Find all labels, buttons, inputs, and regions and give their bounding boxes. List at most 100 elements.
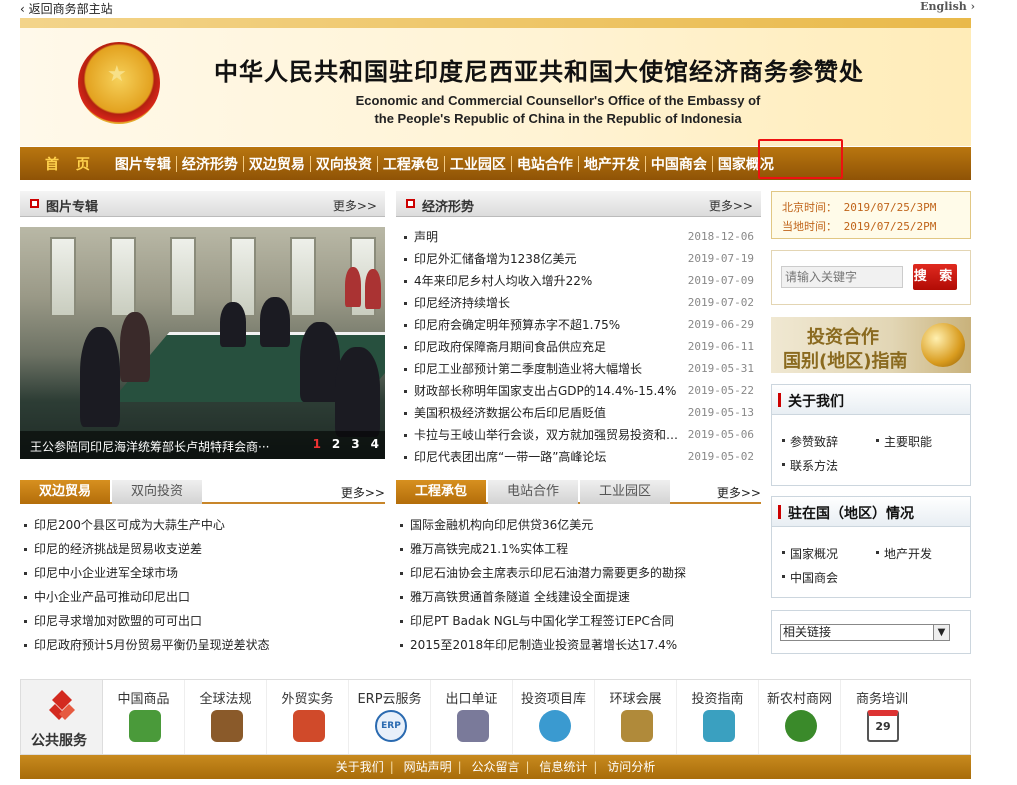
service-global-expo[interactable]: 环球会展	[595, 680, 677, 754]
service-china-goods[interactable]: 中国商品	[103, 680, 185, 754]
footer-divider: |	[593, 760, 598, 774]
service-export-docs[interactable]: 出口单证	[431, 680, 513, 754]
list-item[interactable]: 印尼石油协会主席表示印尼石油潜力需要更多的勘探	[400, 562, 760, 586]
bullet	[404, 280, 407, 283]
bullet	[404, 456, 407, 459]
list-item[interactable]: 印尼代表团出席“一带一路”高峰论坛 2019-05-02	[404, 446, 754, 468]
list-item[interactable]: 印尼工业部预计第二季度制造业将大幅增长 2019-05-31	[404, 358, 754, 380]
project-news-list: 国际金融机构向印尼供贷36亿美元 雅万高铁完成21.1%实体工程 印尼石油协会主…	[400, 514, 760, 658]
list-item[interactable]: 雅万高铁完成21.1%实体工程	[400, 538, 760, 562]
footer-divider: |	[525, 760, 530, 774]
list-item[interactable]: 卡拉与王岐山举行会谈，双方就加强贸易投资和… 2019-05-06	[404, 424, 754, 446]
nav-highlight-box	[758, 139, 843, 179]
panel-marker-icon	[778, 393, 781, 407]
footer-link-stats[interactable]: 信息统计	[539, 760, 587, 774]
trade-more-link[interactable]: 更多>>	[341, 484, 385, 501]
photo-more-link[interactable]: 更多>>	[333, 197, 377, 214]
nav-power-station[interactable]: 电站合作	[512, 154, 578, 174]
documents-icon	[457, 710, 489, 742]
list-item[interactable]: 4年来印尼乡村人均收入增升22% 2019-07-09	[404, 270, 754, 292]
container-ship-icon	[293, 710, 325, 742]
service-erp-cloud[interactable]: ERP云服务 ERP	[349, 680, 431, 754]
list-item[interactable]: 印尼政府保障斋月期间食品供应充足 2019-06-11	[404, 336, 754, 358]
nav-photo-album[interactable]: 图片专辑	[110, 154, 176, 174]
slide-page-4[interactable]: 4	[371, 437, 379, 451]
list-item[interactable]: 财政部长称明年国家支出占GDP的14.4%-15.4% 2019-05-22	[404, 380, 754, 402]
chevron-down-icon: ▼	[933, 624, 950, 641]
trade-news-list: 印尼200个县区可成为大蒜生产中心 印尼的经济挑战是贸易收支逆差 印尼中小企业进…	[24, 514, 379, 658]
service-trade-practice[interactable]: 外贸实务	[267, 680, 349, 754]
bullet	[404, 434, 407, 437]
photo-slideshow[interactable]: 王公参陪同印尼海洋统筹部长卢胡特拜会商··· 1 2 3 4	[20, 227, 385, 459]
list-item[interactable]: 印尼经济持续增长 2019-07-02	[404, 292, 754, 314]
list-item[interactable]: 印尼政府预计5月份贸易平衡仍呈现逆差状态	[24, 634, 379, 658]
nav-real-estate[interactable]: 地产开发	[579, 154, 645, 174]
country-link-profile[interactable]: 国家概况	[782, 545, 838, 562]
list-item[interactable]: 国际金融机构向印尼供贷36亿美元	[400, 514, 760, 538]
nav-economy[interactable]: 经济形势	[177, 154, 243, 174]
nav-chamber[interactable]: 中国商会	[646, 154, 712, 174]
nav-two-way-investment[interactable]: 双向投资	[311, 154, 377, 174]
list-item[interactable]: 声明 2018-12-06	[404, 226, 754, 248]
bullet	[404, 236, 407, 239]
bullet	[24, 596, 27, 599]
bullet	[404, 346, 407, 349]
list-item[interactable]: 印尼PT Badak NGL与中国化学工程签订EPC合同	[400, 610, 760, 634]
service-business-training[interactable]: 商务培训 29	[841, 680, 923, 754]
service-project-library[interactable]: 投资项目库	[513, 680, 595, 754]
list-item[interactable]: 2015至2018年印尼制造业投资显著增长达17.4%	[400, 634, 760, 658]
nav-engineering[interactable]: 工程承包	[378, 154, 444, 174]
slide-page-3[interactable]: 3	[351, 437, 359, 451]
slide-page-2[interactable]: 2	[332, 437, 340, 451]
country-link-real-estate[interactable]: 地产开发	[876, 545, 932, 562]
list-item[interactable]: 印尼寻求增加对欧盟的可可出口	[24, 610, 379, 634]
list-item[interactable]: 美国积极经济数据公布后印尼盾贬值 2019-05-13	[404, 402, 754, 424]
chevron-right-icon: ›	[966, 0, 975, 13]
photo-window	[290, 237, 316, 317]
bullet	[400, 596, 403, 599]
service-investment-guide[interactable]: 投资指南	[677, 680, 759, 754]
tab-bilateral-trade[interactable]: 双边贸易	[20, 480, 110, 504]
related-links-select[interactable]: 相关链接 ▼	[780, 624, 950, 641]
footer-link-about[interactable]: 关于我们	[336, 760, 384, 774]
search-input[interactable]	[781, 266, 903, 288]
service-rural-commerce[interactable]: 新农村商网	[759, 680, 841, 754]
footer-link-message[interactable]: 公众留言	[471, 760, 519, 774]
erp-cloud-icon: ERP	[375, 710, 407, 742]
about-link-greeting[interactable]: 参赞致辞	[782, 433, 838, 450]
list-item[interactable]: 印尼府会确定明年预算赤字不超1.75% 2019-06-29	[404, 314, 754, 336]
trade-tabs: 双边贸易 双向投资 更多>>	[20, 480, 385, 504]
economy-more-link[interactable]: 更多>>	[709, 197, 753, 214]
list-item[interactable]: 印尼的经济挑战是贸易收支逆差	[24, 538, 379, 562]
nav-home[interactable]: 首 页	[40, 154, 110, 174]
tab-two-way-investment[interactable]: 双向投资	[112, 480, 202, 504]
photo-caption[interactable]: 王公参陪同印尼海洋统筹部长卢胡特拜会商···	[30, 438, 269, 455]
about-link-contact[interactable]: 联系方法	[782, 457, 838, 474]
service-global-law[interactable]: 全球法规	[185, 680, 267, 754]
rural-commerce-icon	[785, 710, 817, 742]
list-item[interactable]: 印尼外汇储备增为1238亿美元 2019-07-19	[404, 248, 754, 270]
tab-engineering[interactable]: 工程承包	[396, 480, 486, 504]
nav-industrial-park[interactable]: 工业园区	[445, 154, 511, 174]
bullet	[24, 644, 27, 647]
photo-person	[300, 322, 340, 402]
beijing-time: 北京时间： 2019/07/25/3PM	[782, 201, 937, 214]
back-to-mofcom-link[interactable]: ‹ 返回商务部主站	[20, 0, 113, 17]
english-link[interactable]: English ›	[920, 0, 975, 13]
slide-page-1[interactable]: 1	[313, 437, 321, 451]
tab-power-station[interactable]: 电站合作	[488, 480, 578, 504]
nav-bilateral-trade[interactable]: 双边贸易	[244, 154, 310, 174]
country-link-chamber[interactable]: 中国商会	[782, 569, 838, 586]
list-item[interactable]: 雅万高铁贯通首条隧道 全线建设全面提速	[400, 586, 760, 610]
about-link-functions[interactable]: 主要职能	[876, 433, 932, 450]
investment-guide-banner[interactable]: 投资合作 国别(地区)指南	[771, 317, 971, 373]
project-more-link[interactable]: 更多>>	[717, 484, 761, 501]
footer-link-statement[interactable]: 网站声明	[404, 760, 452, 774]
list-item[interactable]: 中小企业产品可推动印尼出口	[24, 586, 379, 610]
list-item[interactable]: 印尼中小企业进军全球市场	[24, 562, 379, 586]
footer-link-analytics[interactable]: 访问分析	[607, 760, 655, 774]
local-time: 当地时间： 2019/07/25/2PM	[782, 220, 937, 233]
search-button[interactable]: 搜 索	[913, 264, 957, 290]
tab-industrial-park[interactable]: 工业园区	[580, 480, 670, 504]
list-item[interactable]: 印尼200个县区可成为大蒜生产中心	[24, 514, 379, 538]
